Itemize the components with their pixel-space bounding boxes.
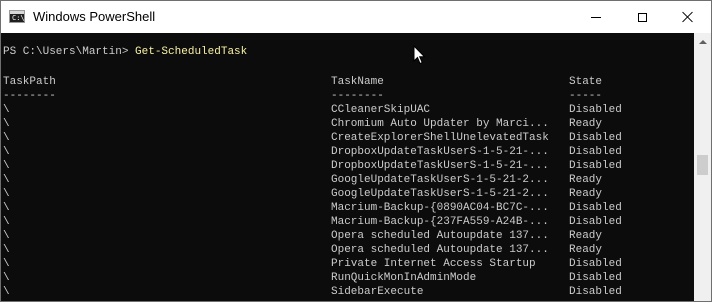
close-button[interactable] (665, 1, 711, 33)
minimize-button[interactable] (573, 1, 619, 33)
maximize-icon (637, 12, 647, 22)
task-row-path: \ (3, 146, 10, 158)
maximize-button[interactable] (619, 1, 665, 33)
task-row-state: Disabled (569, 202, 622, 214)
close-icon (682, 11, 694, 23)
column-header-path: TaskPath (3, 76, 56, 88)
task-row-name: SidebarExecute (331, 286, 424, 298)
task-row-path: \ (3, 244, 10, 256)
task-row-state: Disabled (569, 146, 622, 158)
column-header-state: State (569, 76, 603, 88)
vertical-scrollbar[interactable] (694, 33, 711, 301)
task-row-state: Disabled (569, 272, 622, 284)
prompt-path: PS C:\Users\Martin> (3, 46, 136, 58)
task-row-name: DropboxUpdateTaskUserS-1-5-21-... (331, 146, 549, 158)
task-row-name: GoogleUpdateTaskUserS-1-5-21-2... (331, 174, 549, 186)
scrollbar-thumb[interactable] (697, 155, 708, 175)
task-row-state: Disabled (569, 160, 622, 172)
task-row-state: Disabled (569, 104, 622, 116)
task-row-name: GoogleUpdateTaskUserS-1-5-21-2... (331, 188, 549, 200)
task-row-name: Opera scheduled Autoupdate 137... (331, 244, 549, 256)
task-row-state: Ready (569, 188, 603, 200)
app-icon-glyph: C:\ (12, 14, 25, 22)
column-header-name: TaskName (331, 76, 384, 88)
prompt-line: PS C:\Users\Martin> Get-ScheduledTask (3, 45, 247, 59)
task-row-path: \ (3, 258, 10, 270)
title-bar[interactable]: C:\ Windows PowerShell (1, 1, 711, 33)
task-row-name: Private Internet Access Startup (331, 258, 536, 270)
task-row-path: \ (3, 272, 10, 284)
task-row-path: \ (3, 188, 10, 200)
task-row-state: Ready (569, 230, 603, 242)
task-row-state: Disabled (569, 258, 622, 270)
column-separator-name: -------- (331, 90, 384, 102)
task-row-name: DropboxUpdateTaskUserS-1-5-21-... (331, 160, 549, 172)
task-row-state: Disabled (569, 132, 622, 144)
task-row-state: Ready (569, 244, 603, 256)
console-output[interactable]: PS C:\Users\Martin> Get-ScheduledTask Ta… (1, 33, 694, 301)
task-row-name: RunQuickMonInAdminMode (331, 272, 477, 284)
window-title: Windows PowerShell (33, 9, 156, 24)
task-row-path: \ (3, 160, 10, 172)
minimize-icon (591, 16, 601, 18)
task-row-name: Macrium-Backup-{237FA559-A24B-... (331, 216, 549, 228)
task-row-name: Chromium Auto Updater by Marci... (331, 118, 549, 130)
task-row-path: \ (3, 216, 10, 228)
scroll-up-button[interactable] (694, 33, 711, 50)
task-row-path: \ (3, 118, 10, 130)
task-row-path: \ (3, 104, 10, 116)
command-text: Get-ScheduledTask (135, 46, 248, 58)
powershell-window: C:\ Windows PowerShell PS C:\Users\Marti… (0, 0, 712, 302)
column-separator-state: ----- (569, 90, 603, 102)
task-row-name: Macrium-Backup-{0890AC04-BC7C-... (331, 202, 549, 214)
powershell-icon[interactable]: C:\ (9, 10, 25, 23)
column-separator-path: -------- (3, 90, 56, 102)
task-row-name: Opera scheduled Autoupdate 137... (331, 230, 549, 242)
task-row-name: CCleanerSkipUAC (331, 104, 431, 116)
task-row-name: CreateExplorerShellUnelevatedTask (331, 132, 549, 144)
task-row-state: Ready (569, 174, 603, 186)
task-row-path: \ (3, 202, 10, 214)
task-row-path: \ (3, 230, 10, 242)
task-row-path: \ (3, 132, 10, 144)
task-row-state: Ready (569, 118, 603, 130)
task-row-state: Disabled (569, 286, 622, 298)
task-row-path: \ (3, 286, 10, 298)
task-row-path: \ (3, 174, 10, 186)
mouse-cursor-icon (413, 45, 426, 65)
task-row-state: Disabled (569, 216, 622, 228)
chevron-up-icon (698, 39, 707, 44)
